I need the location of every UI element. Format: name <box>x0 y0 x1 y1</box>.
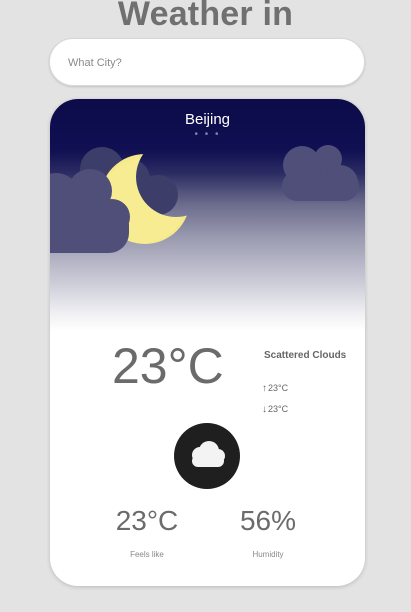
weather-description: Scattered Clouds <box>264 350 347 361</box>
city-name: Beijing <box>184 111 231 128</box>
sky-scene: Beijing • • • <box>50 99 365 331</box>
arrow-down-icon: ↓ <box>262 404 267 415</box>
humidity-label: Humidity <box>252 550 284 559</box>
temp-max: ↑23°C <box>262 383 288 394</box>
humidity-value: 56% <box>239 505 297 536</box>
weather-condition-badge <box>174 423 240 489</box>
more-dots-icon[interactable]: • • • <box>50 129 365 140</box>
page-title: Weather in <box>117 0 294 33</box>
temp-min-value: 23°C <box>268 404 289 414</box>
arrow-up-icon: ↑ <box>262 383 267 394</box>
current-temperature: 23°C <box>112 338 224 394</box>
temp-min: ↓23°C <box>262 404 288 415</box>
city-search-box[interactable] <box>49 38 365 87</box>
feels-like-value: 23°C <box>115 505 179 536</box>
city-search-input[interactable] <box>66 39 350 87</box>
cloud-icon <box>192 441 225 467</box>
feels-like-label: Feels like <box>130 550 164 559</box>
temp-max-value: 23°C <box>268 383 289 393</box>
weather-card: Beijing • • • 23°C Scattered Clouds ↑23°… <box>50 99 365 586</box>
